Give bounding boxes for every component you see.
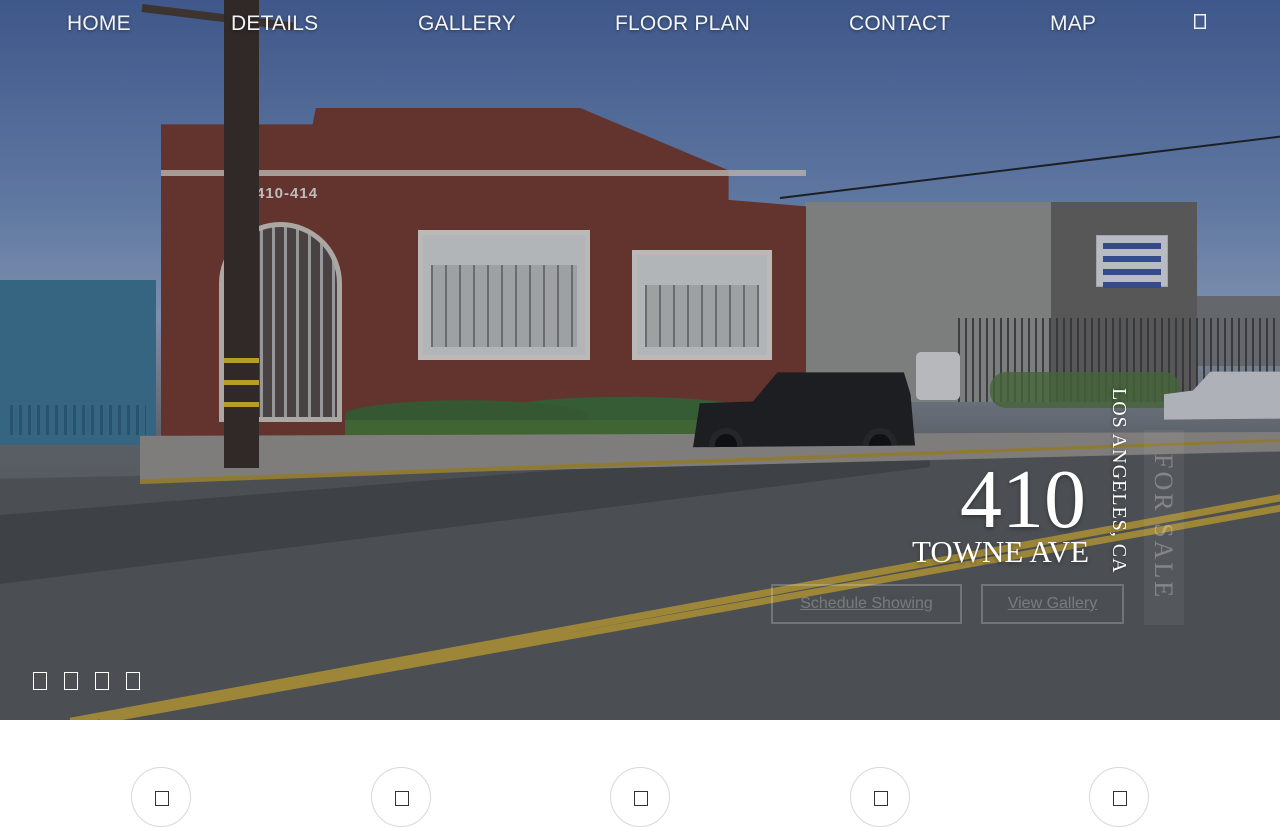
feature-circle bbox=[850, 767, 910, 827]
feature-icon bbox=[874, 791, 888, 806]
address-street: TOWNE AVE bbox=[912, 534, 1090, 569]
hero-slider: 410-414 HOME DETAILS GALLERY FLOOR PLAN … bbox=[0, 0, 1280, 720]
slider-dot[interactable] bbox=[64, 672, 78, 690]
nav-map[interactable]: MAP bbox=[1050, 12, 1096, 36]
feature-icon bbox=[155, 791, 169, 806]
status-label: FOR SALE bbox=[1149, 454, 1178, 601]
nav-details[interactable]: DETAILS bbox=[231, 12, 318, 36]
feature-icon bbox=[395, 791, 409, 806]
feature-icon bbox=[634, 791, 648, 806]
slider-dot[interactable] bbox=[33, 672, 47, 690]
schedule-showing-button[interactable]: Schedule Showing bbox=[771, 584, 962, 624]
feature-circle bbox=[610, 767, 670, 827]
feature-icon bbox=[1113, 791, 1127, 806]
slider-dot[interactable] bbox=[126, 672, 140, 690]
feature-circle bbox=[131, 767, 191, 827]
menu-icon[interactable] bbox=[1194, 14, 1214, 36]
main-nav: HOME DETAILS GALLERY FLOOR PLAN CONTACT … bbox=[0, 0, 1280, 50]
city-label: LOS ANGELES, CA bbox=[1108, 388, 1130, 574]
nav-home[interactable]: HOME bbox=[67, 12, 131, 36]
status-badge: FOR SALE bbox=[1144, 430, 1184, 625]
address-number: 410 bbox=[960, 453, 1086, 546]
slider-dot[interactable] bbox=[95, 672, 109, 690]
address-city: LOS ANGELES, CA bbox=[1100, 388, 1130, 574]
nav-contact[interactable]: CONTACT bbox=[849, 12, 950, 36]
feature-circle bbox=[1089, 767, 1149, 827]
nav-floor-plan[interactable]: FLOOR PLAN bbox=[615, 12, 750, 36]
nav-gallery[interactable]: GALLERY bbox=[418, 12, 516, 36]
view-gallery-button[interactable]: View Gallery bbox=[981, 584, 1124, 624]
feature-circle bbox=[371, 767, 431, 827]
